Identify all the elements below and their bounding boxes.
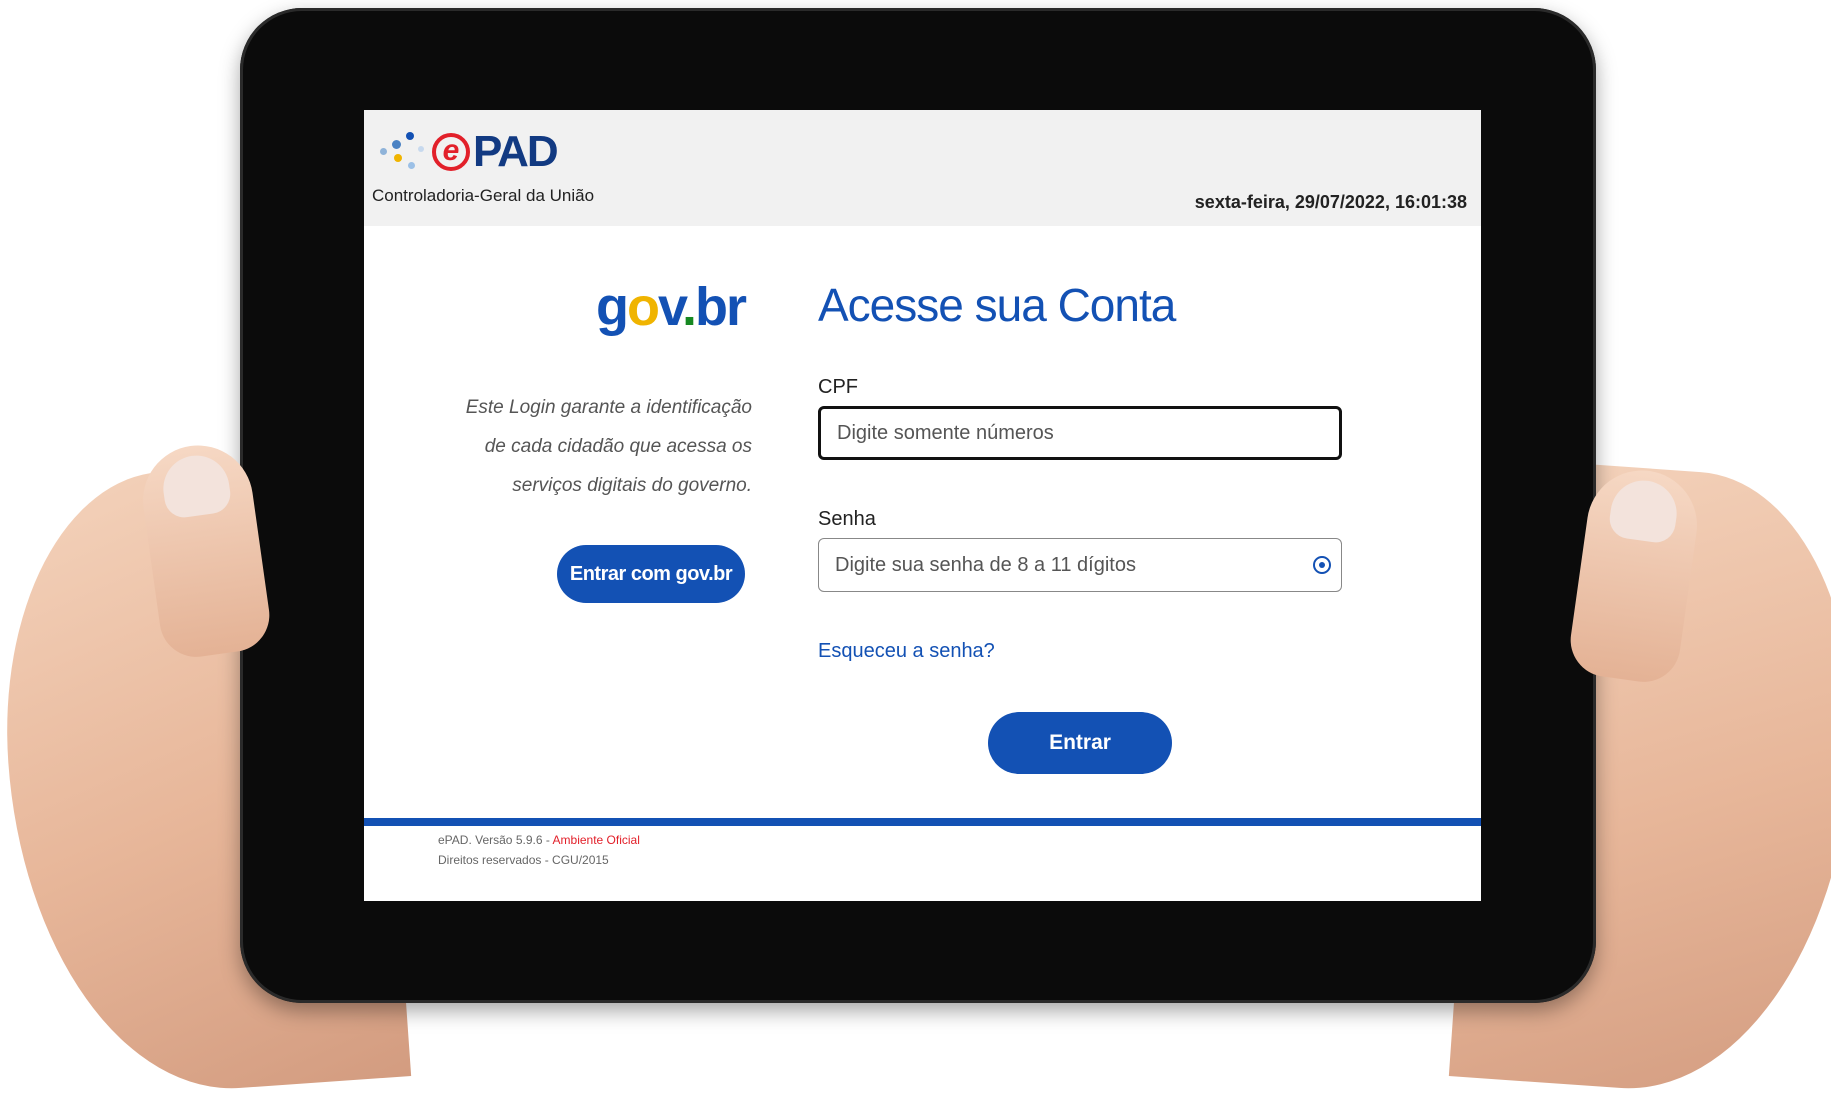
forgot-password-link[interactable]: Esqueceu a senha?: [818, 640, 995, 663]
logo-e-icon: e: [432, 133, 470, 171]
cpf-label: CPF: [818, 376, 858, 398]
footer: ePAD. Versão 5.9.6 - Ambiente Oficial Di…: [438, 830, 640, 870]
logo-text: PAD: [473, 127, 559, 176]
govbr-tagline: Este Login garante a identificação de ca…: [465, 397, 752, 496]
govbr-logo: gov.br: [596, 277, 747, 337]
login-title: Acesse sua Conta: [818, 279, 1176, 331]
senha-input[interactable]: Digite sua senha de 8 a 11 dígitos: [818, 538, 1342, 592]
tablet-screen: e PAD Controladoria-Geral da União sexta…: [364, 110, 1481, 901]
logo-dots-icon: [378, 126, 430, 178]
footer-divider: [364, 818, 1481, 826]
environment-text: Ambiente Oficial: [552, 833, 640, 847]
show-password-icon[interactable]: [1313, 556, 1331, 574]
organization-name: Controladoria-Geral da União: [372, 186, 595, 205]
page-header: e PAD Controladoria-Geral da União sexta…: [364, 110, 1481, 226]
submit-button[interactable]: Entrar: [988, 712, 1172, 774]
version-text: ePAD. Versão 5.9.6 -: [438, 833, 553, 847]
cpf-input[interactable]: Digite somente números: [818, 406, 1342, 460]
current-datetime: sexta-feira, 29/07/2022, 16:01:38: [1194, 192, 1467, 212]
login-govbr-button[interactable]: Entrar com gov.br: [557, 545, 745, 603]
copyright-text: Direitos reservados - CGU/2015: [438, 853, 609, 867]
epad-logo: e PAD: [378, 122, 559, 182]
cpf-placeholder: Digite somente números: [837, 421, 1054, 444]
senha-placeholder: Digite sua senha de 8 a 11 dígitos: [835, 553, 1136, 576]
senha-label: Senha: [818, 508, 876, 530]
